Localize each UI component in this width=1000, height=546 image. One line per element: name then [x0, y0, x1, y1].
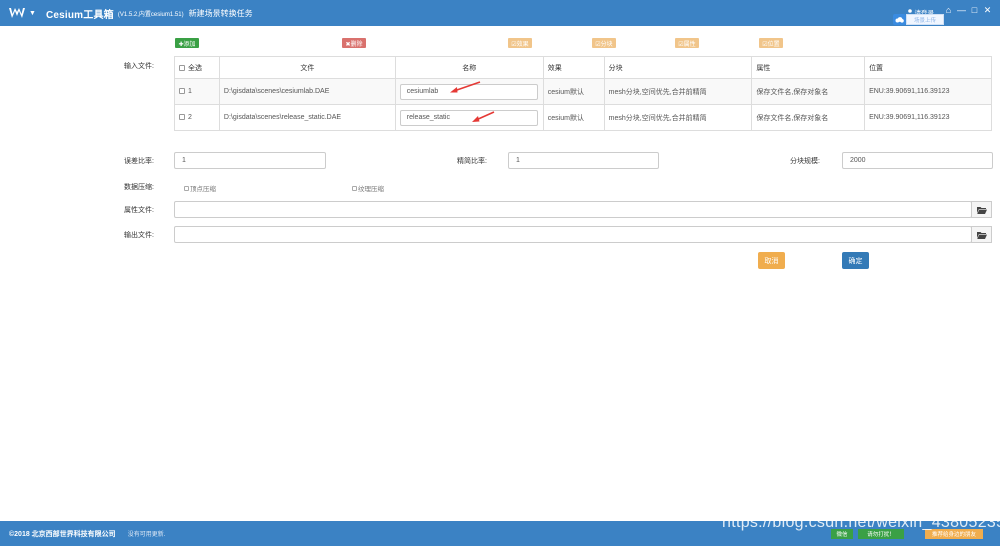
- simplify-ratio-input[interactable]: 1: [508, 152, 659, 169]
- attr-button[interactable]: ☑属性: [675, 38, 699, 48]
- row-tiling: mesh分块,空间优先,合并前精简: [603, 78, 753, 105]
- table-row[interactable]: 2 D:\gisdata\scenes\release_static.DAE r…: [174, 104, 992, 131]
- name-header: 名称: [394, 56, 544, 79]
- texture-compress-label: 纹理压缩: [358, 186, 384, 193]
- row-select-cell[interactable]: 1: [174, 78, 220, 105]
- effect-header: 效果: [542, 56, 605, 79]
- delete-button[interactable]: ✖删除: [342, 38, 366, 48]
- output-file-input[interactable]: [174, 226, 972, 243]
- vertex-compress-option[interactable]: 顶点压缩: [184, 183, 216, 193]
- position-header: 位置: [864, 56, 992, 79]
- annotation-arrow-icon: [472, 111, 495, 122]
- copyright-text: ©2018 北京西部世界科技有限公司: [9, 530, 116, 538]
- error-ratio-input[interactable]: 1: [174, 152, 326, 169]
- folder-open-icon: [976, 231, 987, 239]
- cloud-upload-icon: [893, 14, 906, 25]
- row-attr: 保存文件名,保存对象名: [751, 104, 866, 131]
- scene-upload[interactable]: 场景上传: [893, 14, 944, 25]
- effect-button[interactable]: ☑效果: [508, 38, 532, 48]
- task-title: 新建场景转换任务: [188, 8, 253, 18]
- row-checkbox[interactable]: [179, 88, 185, 95]
- row-effect: cesium默认: [542, 78, 605, 105]
- cancel-button[interactable]: 取消: [758, 252, 785, 269]
- app-logo-icon[interactable]: [9, 7, 25, 19]
- row-name-input[interactable]: release_static: [399, 109, 538, 126]
- output-file-browse-button[interactable]: [971, 226, 992, 243]
- folder-open-icon: [976, 206, 987, 214]
- row-select-cell[interactable]: 2: [174, 104, 220, 131]
- annotation-arrow-icon: [450, 81, 481, 93]
- tiling-header: 分块: [603, 56, 753, 79]
- input-files-table: 全选 文件 名称 效果 分块 属性 位置 1 D:\gisdata\scenes…: [174, 56, 992, 131]
- row-position: ENU:39.90691,116.39123: [864, 104, 992, 131]
- scene-upload-button[interactable]: 场景上传: [906, 14, 944, 25]
- row-checkbox[interactable]: [179, 114, 185, 121]
- add-button[interactable]: ✚添加: [175, 38, 199, 48]
- tile-size-label: 分块规模:: [790, 158, 820, 165]
- attr-file-input[interactable]: [174, 201, 972, 218]
- row-position: ENU:39.90691,116.39123: [864, 78, 992, 105]
- compression-label: 数据压缩:: [124, 184, 154, 191]
- row-file: D:\gisdata\scenes\release_static.DAE: [218, 104, 396, 131]
- confirm-button[interactable]: 确定: [842, 252, 869, 269]
- tiling-button[interactable]: ☑分块: [592, 38, 616, 48]
- title-bar: ▼ Cesium工具箱 (V1.5.2,内置cesium1.51) 新建场景转换…: [0, 0, 1000, 26]
- texture-compress-option[interactable]: 纹理压缩: [352, 183, 384, 193]
- select-all-header[interactable]: 全选: [174, 56, 220, 79]
- row-index: 1: [188, 88, 192, 95]
- file-header: 文件: [218, 56, 396, 79]
- table-row[interactable]: 1 D:\gisdata\scenes\cesiumlab.DAE cesium…: [174, 78, 992, 105]
- tile-size-input[interactable]: 2000: [842, 152, 993, 169]
- vertex-compress-label: 顶点压缩: [190, 186, 216, 193]
- row-file: D:\gisdata\scenes\cesiumlab.DAE: [218, 78, 396, 105]
- app-version: (V1.5.2,内置cesium1.51): [117, 11, 184, 18]
- maximize-button[interactable]: □: [968, 5, 981, 15]
- error-ratio-label: 误差比率:: [124, 158, 154, 165]
- select-all-label: 全选: [188, 64, 202, 72]
- select-all-checkbox[interactable]: [179, 64, 185, 71]
- vertex-compress-checkbox[interactable]: [184, 185, 189, 191]
- simplify-ratio-label: 精简比率:: [457, 158, 487, 165]
- attr-file-browse-button[interactable]: [971, 201, 992, 218]
- menu-caret-icon[interactable]: ▼: [29, 10, 36, 17]
- watermark-text: https://blog.csdn.net/weixin_43805235: [722, 514, 1000, 531]
- update-status: 没有可用更新.: [127, 532, 166, 538]
- input-files-label: 输入文件:: [124, 63, 154, 70]
- minimize-button[interactable]: —: [955, 5, 968, 15]
- position-button[interactable]: ☑位置: [759, 38, 783, 48]
- attr-header: 属性: [751, 56, 866, 79]
- app-title: Cesium工具箱: [45, 9, 114, 21]
- output-file-label: 输出文件:: [124, 232, 154, 239]
- attr-file-label: 属性文件:: [124, 207, 154, 214]
- row-attr: 保存文件名,保存对象名: [751, 78, 866, 105]
- row-effect: cesium默认: [542, 104, 605, 131]
- close-button[interactable]: ✕: [981, 5, 994, 16]
- row-tiling: mesh分块,空间优先,合并前精简: [603, 104, 753, 131]
- row-index: 2: [188, 114, 192, 121]
- texture-compress-checkbox[interactable]: [352, 185, 357, 191]
- table-header-row: 全选 文件 名称 效果 分块 属性 位置: [174, 56, 992, 79]
